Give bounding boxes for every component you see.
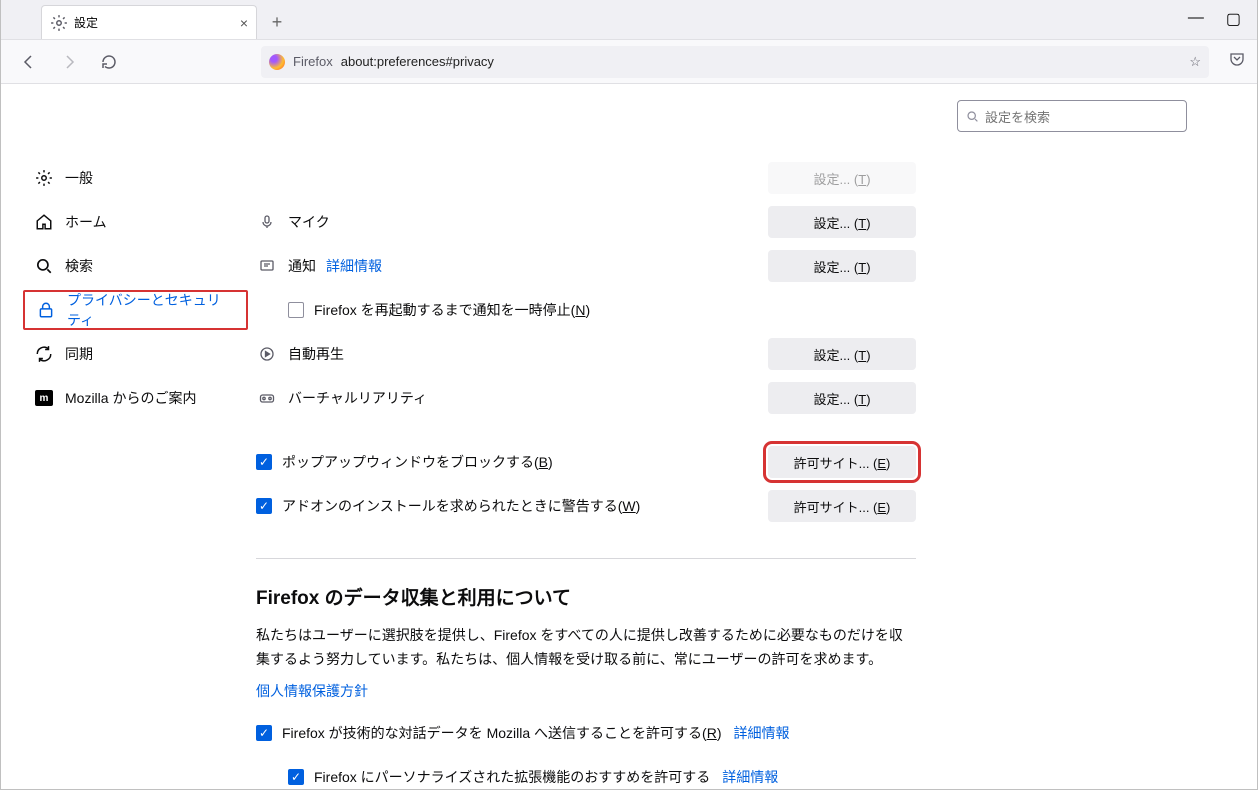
sidebar: 一般 ホーム 検索 プライバシーとセキュリティ 同期 m Mozilla からのご… <box>1 84 256 789</box>
lock-icon <box>37 301 55 319</box>
data-collection-title: Firefox のデータ収集と利用について <box>256 583 916 610</box>
telemetry-learn-more-link[interactable]: 詳細情報 <box>733 723 789 743</box>
notif-label: 通知 <box>288 256 316 276</box>
sidebar-item-home[interactable]: ホーム <box>23 202 248 242</box>
recommend-learn-more-link[interactable]: 詳細情報 <box>722 767 778 787</box>
addon-warn-label: アドオンのインストールを求められたときに警告する(W) <box>282 496 640 516</box>
gear-icon <box>50 14 68 32</box>
notif-pause-row: Firefox を再起動するまで通知を一時停止(N) <box>256 288 916 332</box>
popup-exceptions-button[interactable]: 許可サイト... (E) <box>768 446 916 478</box>
microphone-icon <box>256 214 278 230</box>
urlbar-label: Firefox <box>293 54 333 69</box>
telemetry-checkbox[interactable]: ✓ <box>256 725 272 741</box>
autoplay-settings-button[interactable]: 設定... (T) <box>768 338 916 370</box>
mic-label: マイク <box>288 212 330 232</box>
sidebar-item-search[interactable]: 検索 <box>23 246 248 286</box>
notif-settings-button[interactable]: 設定... (T) <box>768 250 916 282</box>
sidebar-item-sync[interactable]: 同期 <box>23 334 248 374</box>
notif-pause-checkbox[interactable] <box>288 302 304 318</box>
sidebar-item-label: 同期 <box>65 344 93 364</box>
autoplay-icon <box>256 346 278 362</box>
toolbar: Firefox about:preferences#privacy ☆ <box>1 40 1257 84</box>
search-placeholder: 設定を検索 <box>985 107 1050 126</box>
vr-icon <box>256 390 278 406</box>
gear-icon <box>35 169 53 187</box>
autoplay-label: 自動再生 <box>288 344 344 364</box>
sidebar-item-label: Mozilla からのご案内 <box>65 388 196 408</box>
recommend-label: Firefox にパーソナライズされた拡張機能のおすすめを許可する <box>314 767 710 787</box>
addon-exceptions-button[interactable]: 許可サイト... (E) <box>768 490 916 522</box>
back-button[interactable] <box>13 46 45 78</box>
url-bar[interactable]: Firefox about:preferences#privacy ☆ <box>261 46 1209 78</box>
recommend-row: ✓ Firefox にパーソナライズされた拡張機能のおすすめを許可する 詳細情報 <box>256 755 916 789</box>
permission-row-notifications: 通知 詳細情報 設定... (T) <box>256 244 916 288</box>
maximize-button[interactable]: ▢ <box>1226 9 1241 29</box>
sidebar-item-label: ホーム <box>65 212 107 232</box>
content-area: 一般 ホーム 検索 プライバシーとセキュリティ 同期 m Mozilla からのご… <box>1 84 1257 789</box>
sidebar-item-label: 一般 <box>65 168 93 188</box>
window-controls: — ▢ <box>1188 9 1257 29</box>
section-divider <box>256 558 916 559</box>
tab-title: 設定 <box>74 14 98 31</box>
pocket-icon[interactable] <box>1229 51 1245 72</box>
sidebar-item-label: プライバシーとセキュリティ <box>67 290 234 330</box>
permission-row-mic: マイク 設定... (T) <box>256 200 916 244</box>
search-icon <box>35 257 53 275</box>
sidebar-item-privacy[interactable]: プライバシーとセキュリティ <box>23 290 248 330</box>
forward-button[interactable] <box>53 46 85 78</box>
search-input[interactable]: 設定を検索 <box>957 100 1187 132</box>
vr-label: バーチャルリアリティ <box>288 388 427 408</box>
close-icon[interactable]: × <box>240 15 248 31</box>
home-icon <box>35 213 53 231</box>
reload-button[interactable] <box>93 46 125 78</box>
new-tab-button[interactable]: + <box>263 8 291 36</box>
bookmark-icon[interactable]: ☆ <box>1189 54 1201 70</box>
permission-row-camera: 設定... (T) <box>256 156 916 200</box>
minimize-button[interactable]: — <box>1188 9 1204 29</box>
popup-block-row: ✓ ポップアップウィンドウをブロックする(B) 許可サイト... (E) <box>256 440 916 484</box>
firefox-icon <box>269 54 285 70</box>
sidebar-item-mozilla[interactable]: m Mozilla からのご案内 <box>23 378 248 418</box>
tab-bar: 設定 × + — ▢ <box>1 0 1257 40</box>
recommend-checkbox[interactable]: ✓ <box>288 769 304 785</box>
telemetry-label: Firefox が技術的な対話データを Mozilla へ送信することを許可する… <box>282 723 721 743</box>
popup-block-checkbox[interactable]: ✓ <box>256 454 272 470</box>
telemetry-row: ✓ Firefox が技術的な対話データを Mozilla へ送信することを許可… <box>256 711 916 755</box>
browser-tab[interactable]: 設定 × <box>41 5 257 39</box>
urlbar-address: about:preferences#privacy <box>341 54 494 69</box>
search-icon <box>966 110 979 123</box>
addon-warn-row: ✓ アドオンのインストールを求められたときに警告する(W) 許可サイト... (… <box>256 484 916 528</box>
addon-warn-checkbox[interactable]: ✓ <box>256 498 272 514</box>
privacy-policy-link[interactable]: 個人情報保護方針 <box>256 683 368 699</box>
main-panel: 設定を検索 設定... (T) マイク 設定... (T) 通知 詳細情報 設定… <box>256 84 1257 789</box>
mozilla-icon: m <box>35 390 53 406</box>
camera-settings-button[interactable]: 設定... (T) <box>768 162 916 194</box>
permission-row-autoplay: 自動再生 設定... (T) <box>256 332 916 376</box>
sync-icon <box>35 345 53 363</box>
notif-learn-more-link[interactable]: 詳細情報 <box>326 256 382 276</box>
notification-icon <box>256 258 278 274</box>
sidebar-item-label: 検索 <box>65 256 93 276</box>
permission-row-vr: バーチャルリアリティ 設定... (T) <box>256 376 916 420</box>
vr-settings-button[interactable]: 設定... (T) <box>768 382 916 414</box>
mic-settings-button[interactable]: 設定... (T) <box>768 206 916 238</box>
sidebar-item-general[interactable]: 一般 <box>23 158 248 198</box>
popup-block-label: ポップアップウィンドウをブロックする(B) <box>282 452 553 472</box>
data-collection-desc: 私たちはユーザーに選択肢を提供し、Firefox をすべての人に提供し改善するた… <box>256 624 916 672</box>
notif-pause-label: Firefox を再起動するまで通知を一時停止(N) <box>314 300 590 320</box>
